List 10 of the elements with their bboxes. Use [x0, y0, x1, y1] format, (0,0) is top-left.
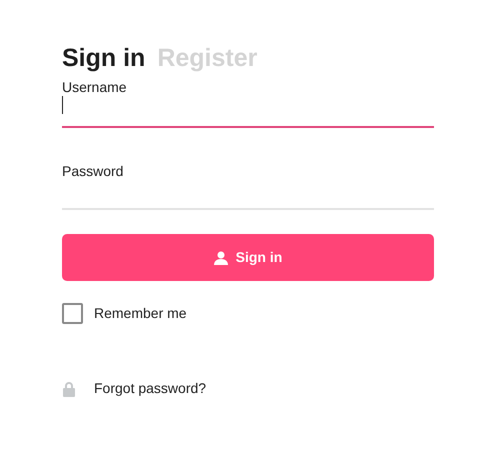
tab[interactable]: Sign in	[62, 42, 146, 74]
remember-checkbox[interactable]	[62, 303, 83, 324]
user-icon	[214, 250, 228, 264]
remember-label: Remember me	[94, 304, 187, 323]
forgot-password-link[interactable]: Forgot password?	[94, 378, 206, 399]
text-cursor	[62, 96, 63, 114]
field-label: Username	[62, 78, 128, 96]
field-label: Password	[62, 162, 124, 180]
lock-icon	[62, 380, 76, 396]
input-field[interactable]	[62, 96, 434, 128]
